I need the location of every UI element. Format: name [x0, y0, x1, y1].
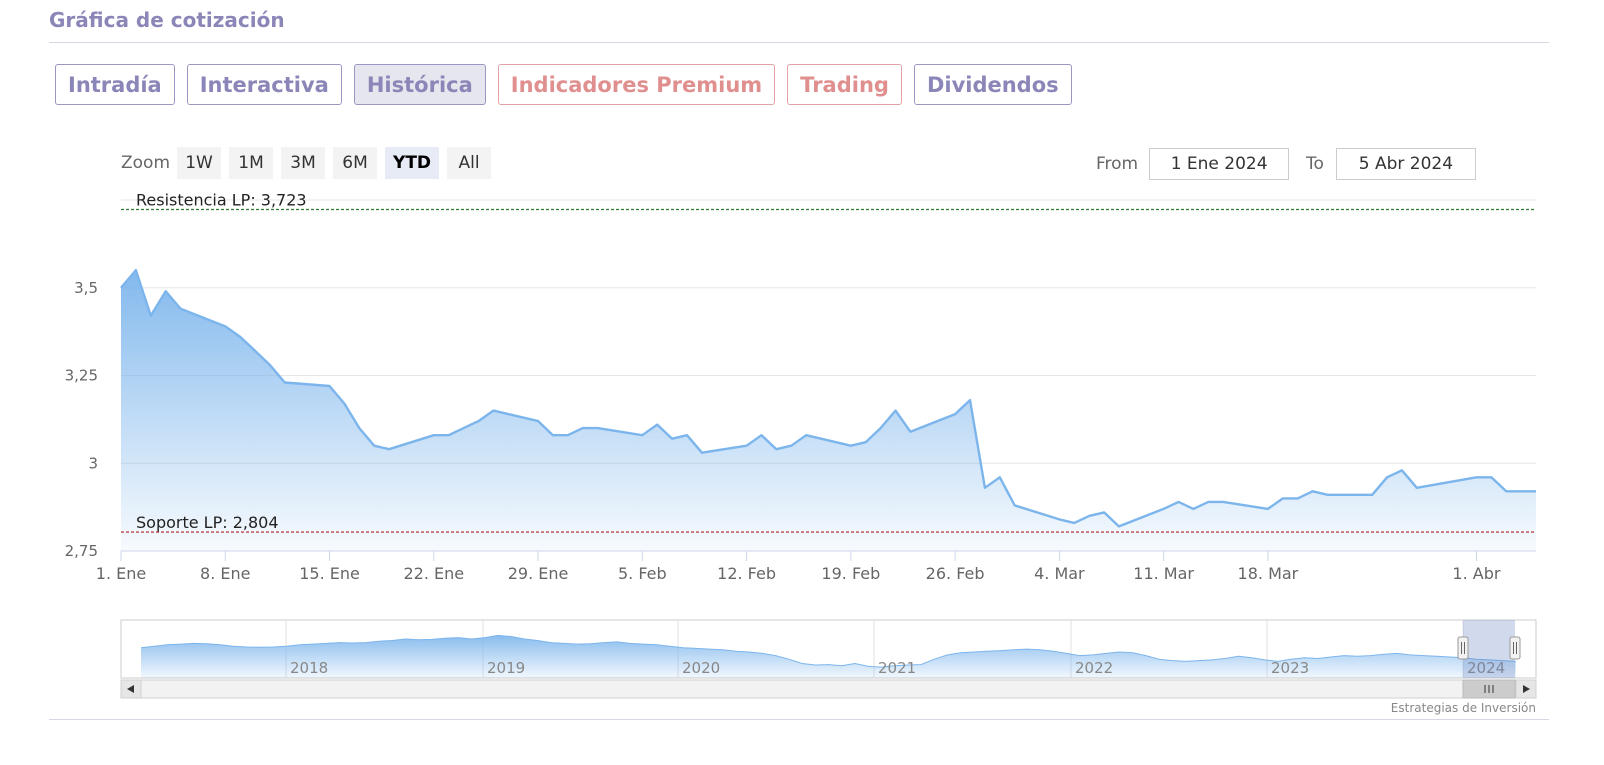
stock-price-chart: 2,75 3 3,25 3,5 Resistencia LP: 3,723 Soporte… [65, 190, 1537, 699]
navigator-year-label: 2019 [487, 659, 525, 677]
tab-historica[interactable]: Histórica [353, 64, 486, 105]
tab-dividendos[interactable]: Dividendos [913, 64, 1072, 105]
tab-trading[interactable]: Trading [787, 64, 902, 105]
y-tick-label: 2,75 [65, 542, 98, 560]
to-date-input[interactable] [1335, 148, 1476, 180]
y-tick-label: 3,5 [74, 279, 98, 297]
x-tick-label: 18. Mar [1238, 564, 1299, 583]
chart-credits[interactable]: Estrategias de Inversión [1391, 701, 1536, 715]
navigator-handle-left[interactable] [1457, 636, 1469, 660]
x-tick-label: 19. Feb [821, 564, 880, 583]
zoom-label: Zoom [121, 153, 171, 173]
tab-intradia[interactable]: Intradía [55, 64, 175, 105]
from-label: From [1096, 154, 1139, 174]
navigator-year-label: 2023 [1271, 659, 1309, 677]
x-tick-label: 22. Ene [403, 564, 464, 583]
x-tick-label: 26. Feb [926, 564, 985, 583]
zoom-button-1w[interactable]: 1W [177, 147, 222, 179]
zoom-selector: Zoom 1W 1M 3M 6M YTD All [121, 147, 499, 179]
section-divider [49, 42, 1549, 43]
from-date-input[interactable] [1149, 148, 1290, 180]
zoom-button-1m[interactable]: 1M [229, 147, 274, 179]
footer-divider [49, 719, 1549, 720]
x-tick-label: 12. Feb [717, 564, 776, 583]
x-tick-label: 8. Ene [200, 564, 250, 583]
x-tick-label: 4. Mar [1034, 564, 1085, 583]
y-tick-label: 3 [88, 454, 98, 472]
to-label: To [1306, 154, 1324, 174]
scrollbar-track [120, 679, 1537, 699]
navigator-year-label: 2022 [1075, 659, 1113, 677]
x-tick-label: 15. Ene [299, 564, 360, 583]
navigator-selection[interactable] [1463, 620, 1515, 678]
x-tick-label: 29. Ene [508, 564, 569, 583]
zoom-button-6m[interactable]: 6M [333, 147, 378, 179]
zoom-button-3m[interactable]: 3M [281, 147, 326, 179]
zoom-button-ytd[interactable]: YTD [385, 147, 440, 179]
tab-interactiva[interactable]: Interactiva [186, 64, 342, 105]
navigator-year-label: 2018 [290, 659, 328, 677]
navigator-year-label: 2020 [682, 659, 720, 677]
chart-tabs: Intradía Interactiva Histórica Indicador… [55, 64, 1072, 105]
x-tick-label: 11. Mar [1133, 564, 1194, 583]
date-range-to: To [1306, 148, 1476, 180]
x-tick-label: 1. Abr [1452, 564, 1500, 583]
price-area [121, 270, 1536, 551]
navigator-handle-right[interactable] [1509, 636, 1521, 660]
navigator-year-label: 2021 [878, 659, 916, 677]
x-tick-label: 1. Ene [96, 564, 146, 583]
y-tick-label: 3,25 [65, 367, 98, 385]
support-label: Soporte LP: 2,804 [136, 513, 279, 532]
x-tick-label: 5. Feb [618, 564, 667, 583]
tab-indicadores-premium[interactable]: Indicadores Premium [497, 64, 776, 105]
section-title: Gráfica de cotización [49, 8, 285, 32]
zoom-button-all[interactable]: All [447, 147, 492, 179]
resistance-label: Resistencia LP: 3,723 [136, 190, 307, 209]
date-range-from: From [1096, 148, 1290, 180]
